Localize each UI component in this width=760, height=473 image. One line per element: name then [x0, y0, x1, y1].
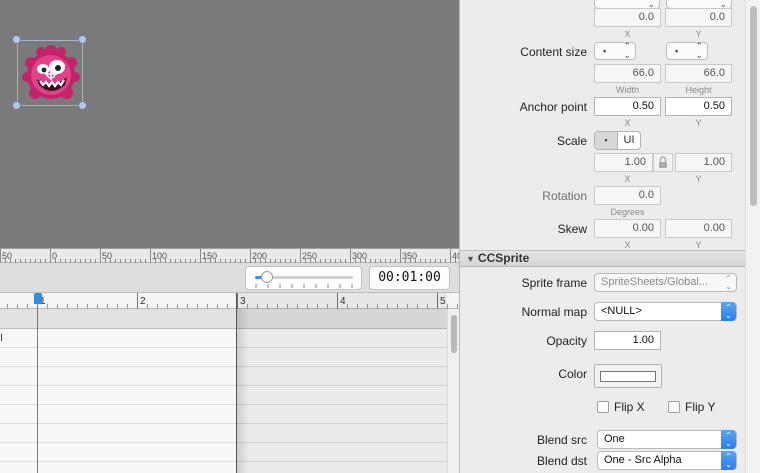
ruler-tick-label: 150	[202, 251, 217, 261]
sprite-frame-label: Sprite frame	[521, 276, 587, 290]
timeline-scrollbar[interactable]	[447, 309, 459, 473]
normal-map-value: <NULL>	[601, 305, 642, 317]
ruler-tick-label: 50	[102, 251, 112, 261]
opacity-field[interactable]: 1.00	[594, 331, 661, 350]
scene-canvas[interactable]	[0, 0, 459, 248]
content-width-caption: Width	[615, 85, 639, 95]
resize-handle-bottom-right[interactable]	[78, 101, 87, 110]
scale-x-field[interactable]: 1.00	[594, 153, 653, 172]
chevron-updown-icon: ⌃ ⌄	[725, 274, 732, 291]
ccsprite-section-title: CCSprite	[477, 251, 530, 265]
anchor-y-field[interactable]: 0.50	[665, 97, 732, 116]
content-width-field[interactable]: 66.0	[594, 64, 661, 83]
blend-src-label: Blend src	[536, 433, 587, 447]
anchor-point-icon[interactable]	[45, 68, 57, 80]
content-height-unit-stepper[interactable]: ▪ ⌃ ⌄	[666, 42, 708, 60]
blend-dst-popup[interactable]: One - Src Alpha ⌃ ⌄	[597, 451, 737, 470]
content-height-field[interactable]: 66.0	[665, 64, 732, 83]
playhead-handle[interactable]	[34, 293, 42, 304]
scale-y-caption: Y	[695, 174, 702, 184]
canvas-horizontal-ruler: 500501001502002503003504004	[0, 248, 459, 263]
color-label: Color	[558, 367, 587, 381]
scale-type-segmented-control[interactable]: ▪ UI	[594, 131, 641, 150]
zoom-ticks	[255, 284, 353, 288]
timeline-scroll-thumb[interactable]	[451, 315, 457, 353]
resize-handle-top-left[interactable]	[12, 35, 21, 44]
anchor-y-caption: Y	[695, 118, 702, 128]
timeline-row-label: I	[0, 332, 4, 344]
color-swatch	[600, 371, 656, 382]
lock-icon[interactable]	[653, 153, 673, 172]
skew-y-caption: Y	[695, 240, 702, 250]
blend-src-value: One	[604, 433, 625, 445]
scale-label: Scale	[556, 134, 587, 148]
disclosure-triangle-icon[interactable]: ▼	[466, 254, 475, 264]
ruler-tick-label: 300	[352, 251, 367, 261]
ruler-tick-label: 250	[302, 251, 317, 261]
position-x-caption: X	[624, 29, 631, 39]
ruler-tick-label: 50	[2, 251, 12, 261]
skew-x-field[interactable]: 0.00	[594, 219, 661, 238]
timeline-end-marker[interactable]	[236, 293, 237, 473]
flip-y-checkbox[interactable]	[668, 401, 680, 413]
resize-handle-bottom-left[interactable]	[12, 101, 21, 110]
inspector-scrollbar[interactable]	[745, 0, 760, 473]
frame-tick-label: 2	[140, 296, 146, 307]
skew-x-caption: X	[624, 240, 631, 250]
playhead-line	[37, 297, 38, 473]
flip-x-checkbox[interactable]	[597, 401, 609, 413]
ruler-tick-label: 350	[402, 251, 417, 261]
ruler-ticks: 500501001502002503003504004	[0, 249, 459, 263]
content-height-caption: Height	[685, 85, 712, 95]
sprite-frame-popup[interactable]: SpriteSheets/Global... ⌃ ⌄	[594, 273, 737, 292]
normal-map-label: Normal map	[521, 305, 587, 319]
position-y-caption: Y	[695, 29, 702, 39]
blend-dst-value: One - Src Alpha	[604, 454, 682, 466]
ccsprite-section-header[interactable]: ▼ CCSprite	[460, 250, 745, 267]
ruler-tick-label: 400	[452, 251, 459, 261]
position-y-field[interactable]: 0.0	[665, 8, 732, 27]
chevron-updown-icon: ⌃ ⌄	[721, 302, 736, 321]
content-size-label: Content size	[520, 45, 587, 59]
chevron-updown-icon: ⌃ ⌄	[721, 451, 736, 470]
sprite-frame-value: SpriteSheets/Global...	[601, 276, 709, 288]
ruler-tick-label: 0	[52, 251, 57, 261]
ruler-tick-label: 100	[152, 251, 167, 261]
color-well[interactable]	[594, 364, 662, 388]
ruler-tick-label: 200	[252, 251, 267, 261]
resize-handle-top-right[interactable]	[78, 35, 87, 44]
anchor-x-caption: X	[624, 118, 631, 128]
timecode-display[interactable]: 00:01:00	[369, 266, 450, 290]
flip-y-label: Flip Y	[685, 400, 716, 414]
skew-y-field[interactable]: 0.00	[665, 219, 732, 238]
timeline-zoom-slider[interactable]	[245, 266, 362, 290]
blend-src-popup[interactable]: One ⌃ ⌄	[597, 430, 737, 449]
timeline-toolbar: 00:01:00	[0, 263, 459, 293]
rotation-label: Rotation	[542, 189, 587, 203]
rotation-caption: Degrees	[610, 207, 645, 217]
skew-label: Skew	[557, 222, 587, 236]
scale-type-ui[interactable]: UI	[617, 132, 640, 149]
rotation-field[interactable]: 0.0	[594, 186, 661, 205]
scale-type-absolute[interactable]: ▪	[595, 132, 617, 149]
zoom-knob[interactable]	[261, 271, 273, 283]
scale-y-field[interactable]: 1.00	[675, 153, 732, 172]
blend-dst-label: Blend dst	[536, 454, 587, 468]
content-width-unit-stepper[interactable]: ▪ ⌃ ⌄	[594, 42, 636, 60]
anchor-point-label: Anchor point	[519, 100, 587, 114]
normal-map-popup[interactable]: <NULL> ⌃ ⌄	[594, 302, 737, 321]
chevron-updown-icon: ⌃ ⌄	[721, 430, 736, 449]
opacity-label: Opacity	[546, 334, 587, 348]
timeline-out-of-range-area	[237, 293, 447, 473]
anchor-x-field[interactable]: 0.50	[594, 97, 661, 116]
inspector-scroll-thumb[interactable]	[750, 6, 757, 206]
selected-sprite[interactable]	[17, 40, 83, 106]
timeline-end-shadow	[237, 309, 249, 473]
flip-x-label: Flip X	[614, 400, 645, 414]
scale-x-caption: X	[624, 174, 631, 184]
position-x-field[interactable]: 0.0	[594, 8, 661, 27]
